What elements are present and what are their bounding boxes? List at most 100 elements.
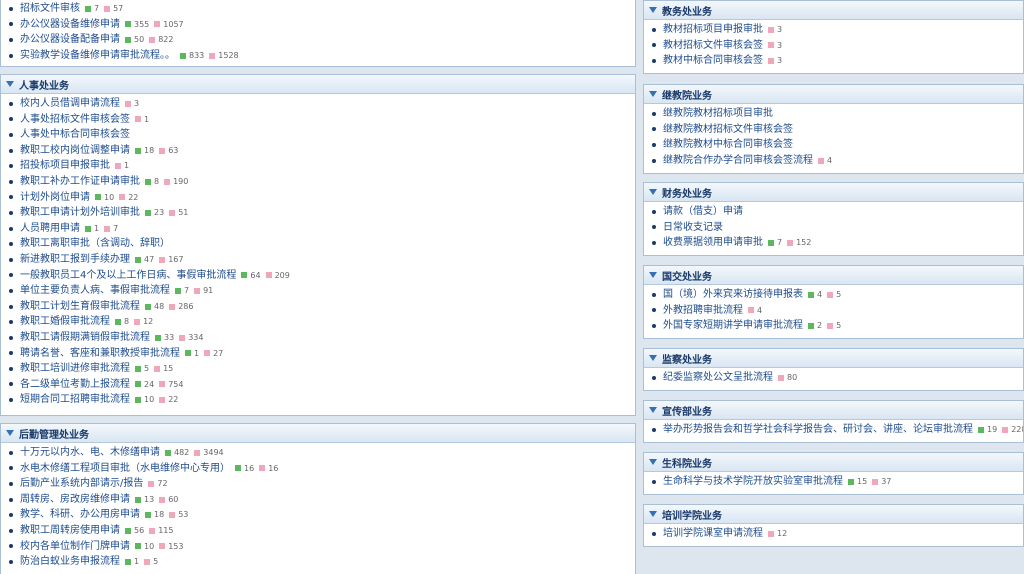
list-item: 短期合同工招聘审批流程 10 22: [9, 392, 635, 408]
item-link[interactable]: 教职工计划生育假审批流程: [20, 299, 140, 315]
item-link[interactable]: 周转房、房改房维修申请: [20, 492, 130, 508]
item-link[interactable]: 教职工补办工作证申请审批: [20, 174, 140, 190]
pink-count: 91: [203, 286, 214, 296]
collapse-triangle-icon[interactable]: [649, 459, 657, 465]
pink-square-icon: [104, 5, 111, 12]
item-link[interactable]: 教职工婚假审批流程: [20, 314, 110, 330]
pink-count: 3: [777, 40, 783, 50]
item-link[interactable]: 校内各单位制作门牌申请: [20, 539, 130, 555]
collapse-triangle-icon[interactable]: [649, 511, 657, 517]
item-link[interactable]: 教材招标文件审核会签: [663, 38, 763, 54]
item-link[interactable]: 继教院教材招标项目审批: [663, 106, 773, 122]
green-square-icon: [125, 527, 131, 534]
item-link[interactable]: 计划外岗位申请: [20, 190, 90, 206]
panel-header[interactable]: 继教院业务: [644, 85, 1023, 104]
green-count: 23: [154, 208, 165, 218]
item-link[interactable]: 举办形势报告会和哲学社会科学报告会、研讨会、讲座、论坛审批流程: [663, 422, 973, 438]
green-count-badge: 47: [135, 252, 154, 268]
list-item: 纪委监察处公文呈批流程 80: [652, 370, 1023, 386]
pink-count-badge: 63: [159, 143, 178, 159]
item-link[interactable]: 招标文件审核: [20, 1, 80, 17]
item-link[interactable]: 请款（借支）申请: [663, 204, 743, 220]
panel-title: 生科院业务: [662, 458, 712, 470]
item-link[interactable]: 办公仪器设备维修申请: [20, 17, 120, 33]
item-link[interactable]: 教职工培训进修审批流程: [20, 361, 130, 377]
collapse-triangle-icon[interactable]: [649, 7, 657, 13]
collapse-triangle-icon[interactable]: [649, 189, 657, 195]
item-link[interactable]: 招投标项目申报审批: [20, 158, 110, 174]
panel-header[interactable]: 教务处业务: [644, 1, 1023, 20]
collapse-triangle-icon[interactable]: [6, 81, 14, 87]
item-link[interactable]: 水电木修缮工程项目审批（水电维修中心专用）: [20, 461, 230, 477]
green-count: 15: [857, 477, 868, 486]
panel-header[interactable]: 人事处业务: [1, 75, 635, 94]
collapse-triangle-icon[interactable]: [6, 430, 14, 436]
item-link[interactable]: 聘请名誉、客座和兼职教授审批流程: [20, 346, 180, 362]
collapse-triangle-icon[interactable]: [649, 407, 657, 413]
panel-header[interactable]: 宣传部业务: [644, 401, 1023, 420]
collapse-triangle-icon[interactable]: [649, 355, 657, 361]
item-link[interactable]: 单位主要负责人病、事假审批流程: [20, 283, 170, 299]
item-link[interactable]: 日常收支记录: [663, 220, 723, 236]
pink-count: 22: [168, 395, 179, 405]
item-link[interactable]: 教职工周转房使用申请: [20, 523, 120, 539]
item-link[interactable]: 短期合同工招聘审批流程: [20, 392, 130, 408]
item-link[interactable]: 培训学院课室申请流程: [663, 526, 763, 542]
panel-header[interactable]: 培训学院业务: [644, 505, 1023, 524]
pink-square-icon: [827, 291, 834, 298]
item-link[interactable]: 一般教职员工4个及以上工作日病、事假审批流程: [20, 268, 236, 284]
pink-count: 7: [113, 223, 119, 233]
pink-square-icon: [768, 57, 774, 64]
item-link[interactable]: 教职工请假期满销假审批流程: [20, 330, 150, 346]
item-link[interactable]: 教学、科研、办公用房申请: [20, 507, 140, 523]
item-link[interactable]: 教材招标项目申报审批: [663, 22, 763, 38]
item-link[interactable]: 各二级单位考勤上报流程: [20, 377, 130, 393]
item-link[interactable]: 新进教职工报到手续办理: [20, 252, 130, 268]
item-link[interactable]: 国（境）外来宾来访接待申报表: [663, 287, 803, 303]
pink-count: 63: [168, 145, 179, 155]
item-link[interactable]: 办公仪器设备配备申请: [20, 32, 120, 48]
item-link[interactable]: 十万元以内水、电、木修缮申请: [20, 445, 160, 461]
pink-count-badge: 12: [134, 314, 153, 330]
panel-header[interactable]: 国交处业务: [644, 266, 1023, 285]
pink-count: 3: [777, 25, 783, 34]
panel-header[interactable]: 后勤管理处业务: [1, 424, 635, 443]
green-count: 18: [154, 510, 165, 520]
bullet-icon: [652, 292, 656, 297]
item-link[interactable]: 人员聘用申请: [20, 221, 80, 237]
collapse-triangle-icon[interactable]: [649, 91, 657, 97]
item-link[interactable]: 人事处招标文件审核会签: [20, 112, 130, 128]
panel-header[interactable]: 监察处业务: [644, 349, 1023, 368]
pink-square-icon: [169, 303, 176, 310]
item-link[interactable]: 生命科学与技术学院开放实验室审批流程: [663, 474, 843, 490]
item-link[interactable]: 外教招聘审批流程: [663, 303, 743, 319]
green-square-icon: [95, 194, 101, 201]
green-square-icon: [155, 334, 161, 341]
item-link[interactable]: 教材中标合同审核会签: [663, 53, 763, 69]
green-square-icon: [135, 496, 141, 503]
item-link[interactable]: 教职工校内岗位调整申请: [20, 143, 130, 159]
pink-square-icon: [768, 42, 774, 49]
item-link[interactable]: 人事处中标合同审核会签: [20, 127, 130, 143]
item-link[interactable]: 教职工申请计划外培训审批: [20, 205, 140, 221]
list-item: 继教院教材招标项目审批: [652, 106, 1023, 122]
item-link[interactable]: 纪委监察处公文呈批流程: [663, 370, 773, 386]
green-square-icon: [235, 465, 241, 472]
panel-header[interactable]: 财务处业务: [644, 183, 1023, 202]
item-link[interactable]: 防治白蚁业务申报流程: [20, 554, 120, 570]
item-link[interactable]: 实验教学设备维修申请审批流程。。: [20, 48, 175, 64]
panel-header[interactable]: 生科院业务: [644, 453, 1023, 472]
item-link[interactable]: 收费票据领用申请审批: [663, 235, 763, 251]
green-count-badge: 48: [145, 299, 164, 315]
item-link[interactable]: 后勤产业系统内部请示/报告: [20, 476, 143, 492]
item-link[interactable]: 外国专家短期讲学申请审批流程: [663, 318, 803, 334]
green-count: 482: [174, 448, 190, 457]
item-link[interactable]: 教职工离职审批（含调动、辞职）: [20, 236, 170, 252]
panel: 人事处业务 校内人员借调申请流程 3 人事处招标文件审核会签 1 人事处中标合同审核会签教…: [0, 74, 636, 416]
pink-square-icon: [204, 350, 211, 357]
item-link[interactable]: 校内人员借调申请流程: [20, 96, 120, 112]
item-link[interactable]: 继教院教材中标合同审核会签: [663, 137, 793, 153]
item-link[interactable]: 继教院合作办学合同审核会签流程: [663, 153, 813, 169]
item-link[interactable]: 继教院教材招标文件审核会签: [663, 122, 793, 138]
collapse-triangle-icon[interactable]: [649, 272, 657, 278]
